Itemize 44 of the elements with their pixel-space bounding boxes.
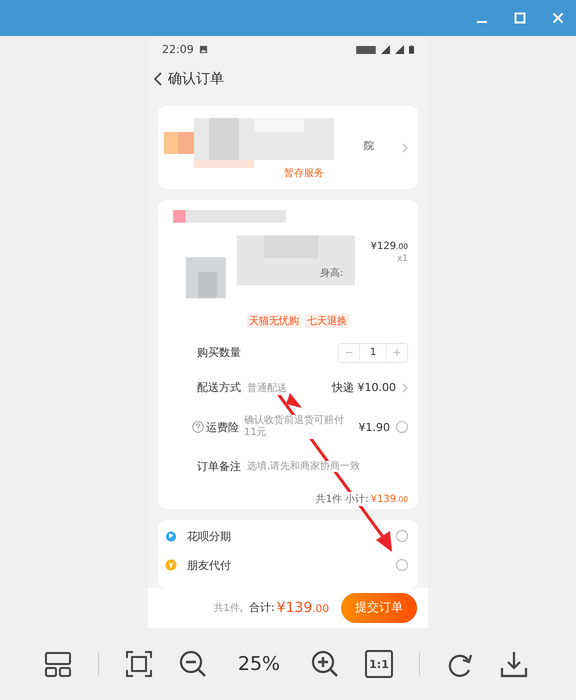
- option-label: 配送方式: [197, 380, 242, 396]
- layout-icon[interactable]: [44, 650, 72, 678]
- total-amount: ¥139.00: [276, 600, 329, 616]
- option-label: 购买数量: [197, 345, 242, 360]
- item-count: 共1件,: [213, 602, 243, 615]
- radio-button[interactable]: [396, 530, 408, 542]
- payment-option[interactable]: 朋友代付: [187, 558, 231, 573]
- download-icon[interactable]: [500, 650, 528, 678]
- bird-icon: [165, 530, 177, 542]
- shipping-price[interactable]: 快递 ¥10.00: [332, 380, 396, 396]
- product-text: 身高:: [320, 266, 344, 280]
- maximize-icon[interactable]: [514, 12, 526, 24]
- radio-button[interactable]: [396, 559, 408, 572]
- product-quantity: x1: [396, 254, 408, 264]
- address-card[interactable]: 院 暂存服务: [158, 106, 418, 190]
- service-text: 暂存服务: [284, 166, 324, 180]
- chevron-icon: [402, 142, 408, 153]
- close-icon[interactable]: [552, 12, 564, 24]
- zoom-level: 25%: [236, 653, 282, 675]
- zoom-in-icon[interactable]: [311, 650, 339, 678]
- subtotal-label: 共1件 小计:: [316, 492, 369, 506]
- insurance-price: ¥1.90: [358, 420, 390, 434]
- option-label: 订单备注: [197, 459, 242, 474]
- payment-option[interactable]: 花呗分期: [187, 528, 231, 544]
- status-time: 22:09: [162, 43, 194, 56]
- notification-icon: [198, 45, 208, 54]
- page-title: 确认订单: [168, 70, 224, 88]
- radio-button[interactable]: [396, 421, 408, 434]
- arrowhead: [286, 393, 302, 408]
- battery-icon: [409, 45, 414, 54]
- option-hint: 普通配送: [247, 380, 287, 395]
- volte-icon: [356, 46, 376, 54]
- help-icon[interactable]: [192, 421, 204, 434]
- fit-screen-icon[interactable]: [125, 650, 153, 678]
- back-icon[interactable]: [154, 72, 162, 86]
- address-text: 院: [364, 140, 374, 153]
- yen-coin-icon: [165, 559, 177, 572]
- total-label: 合计:: [248, 600, 275, 616]
- service-tag: 七天退换: [305, 314, 349, 328]
- zoom-out-icon[interactable]: [179, 650, 207, 678]
- service-tag: 天猫无忧购: [247, 314, 301, 328]
- actual-size-button[interactable]: 1:1: [365, 650, 393, 678]
- option-label: 运费险: [206, 420, 240, 435]
- chevron-icon: [402, 382, 408, 393]
